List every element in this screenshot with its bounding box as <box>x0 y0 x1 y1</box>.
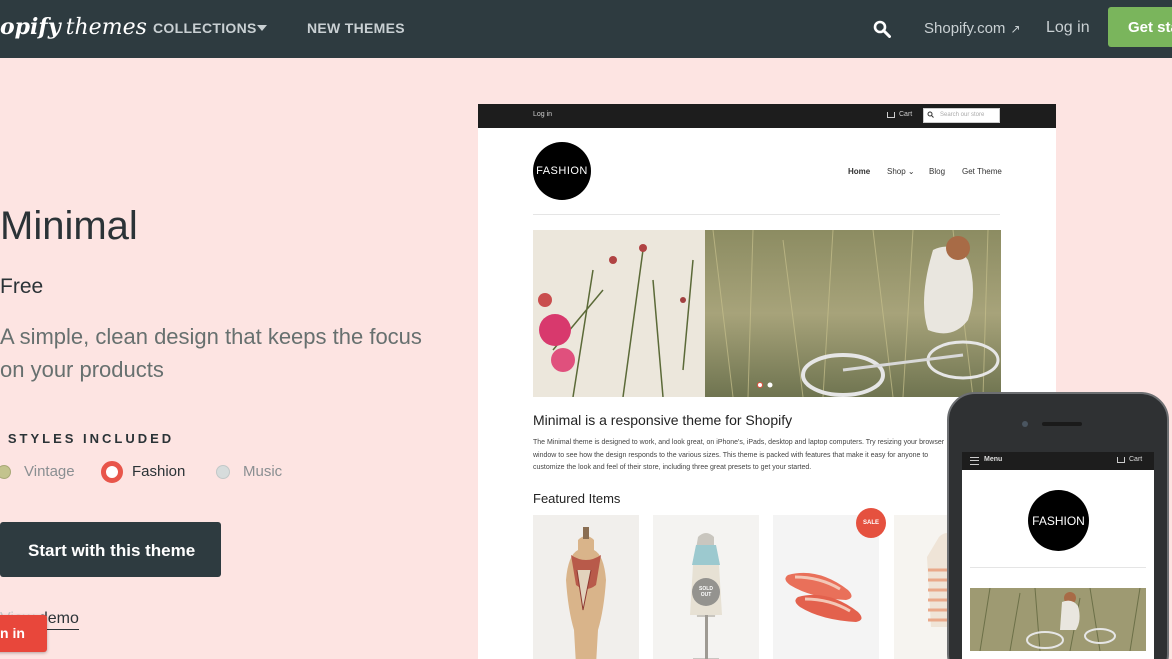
shopify-com-label: Shopify.com <box>924 20 1006 37</box>
product-red-flats[interactable] <box>773 515 879 659</box>
external-link-icon: ↗ <box>1010 22 1021 36</box>
preview-menu-blog[interactable]: Blog <box>929 167 945 176</box>
style-swatch-music[interactable] <box>216 465 230 479</box>
product-dress-form-scarf[interactable] <box>533 515 639 659</box>
preview-menu-shop[interactable]: Shop ⌄ <box>887 167 915 176</box>
theme-price: Free <box>0 275 44 298</box>
phone-cart-icon[interactable] <box>1117 457 1125 463</box>
styles-heading: 3 STYLES INCLUDED <box>0 431 175 446</box>
logo-suffix: themes <box>65 15 147 40</box>
theme-title: Minimal <box>0 204 138 248</box>
style-swatch-fashion[interactable] <box>101 461 123 483</box>
sale-badge: SALE <box>856 508 886 538</box>
phone-store-logo[interactable]: FASHION <box>1028 490 1089 551</box>
preview-search-input[interactable]: Search our store <box>923 108 1000 123</box>
preview-featured-heading: Featured Items <box>533 491 621 506</box>
preview-divider <box>533 214 1000 215</box>
phone-cart-label[interactable]: Cart <box>1129 456 1142 463</box>
logo-brand: opify <box>0 14 61 40</box>
preview-login-link[interactable]: Log in <box>533 111 552 118</box>
preview-hero-image <box>533 230 1001 397</box>
login-link[interactable]: Log in <box>1046 19 1090 37</box>
phone-divider <box>970 567 1146 568</box>
get-started-button[interactable]: Get sta <box>1108 7 1172 47</box>
style-label-music[interactable]: Music <box>243 463 282 483</box>
mobile-preview[interactable]: Menu Cart FASHION <box>947 392 1169 659</box>
preview-body-text: The Minimal theme is designed to work, a… <box>533 439 945 471</box>
new-themes-link[interactable]: NEW THEMES <box>307 20 405 36</box>
phone-camera <box>1022 421 1028 427</box>
phone-hero-image <box>970 588 1146 651</box>
chevron-down-icon[interactable] <box>257 25 267 31</box>
phone-screen: Menu Cart FASHION <box>962 452 1154 659</box>
signin-button[interactable]: n in <box>0 615 47 652</box>
start-with-theme-button[interactable]: Start with this theme <box>0 522 221 577</box>
phone-speaker <box>1042 422 1082 426</box>
style-label-fashion[interactable]: Fashion <box>132 463 185 483</box>
preview-menu-get-theme[interactable]: Get Theme <box>962 167 1002 176</box>
style-swatch-vintage[interactable] <box>0 465 11 479</box>
preview-cart-icon[interactable] <box>887 112 895 118</box>
hamburger-menu-icon[interactable] <box>970 457 979 465</box>
preview-menu-home[interactable]: Home <box>848 167 870 176</box>
preview-search-icon <box>927 111 934 118</box>
preview-store-logo[interactable]: FASHION <box>533 142 591 200</box>
collections-menu[interactable]: COLLECTIONS <box>153 20 257 36</box>
shopify-themes-logo[interactable]: opify themes <box>0 14 147 44</box>
search-icon[interactable] <box>873 20 891 38</box>
style-label-vintage[interactable]: Vintage <box>24 463 75 483</box>
sold-out-line2: OUT <box>700 592 712 598</box>
preview-cart-link[interactable]: Cart <box>899 111 912 118</box>
shopify-com-link[interactable]: Shopify.com ↗ <box>924 20 1021 37</box>
sold-out-badge: SOLD OUT <box>692 578 720 606</box>
top-nav: opify themes COLLECTIONS NEW THEMES Shopi… <box>0 0 1172 58</box>
theme-description: A simple, clean design that keeps the fo… <box>0 324 422 382</box>
preview-heading: Minimal is a responsive theme for Shopif… <box>533 412 793 428</box>
phone-menu-label[interactable]: Menu <box>984 456 1002 463</box>
